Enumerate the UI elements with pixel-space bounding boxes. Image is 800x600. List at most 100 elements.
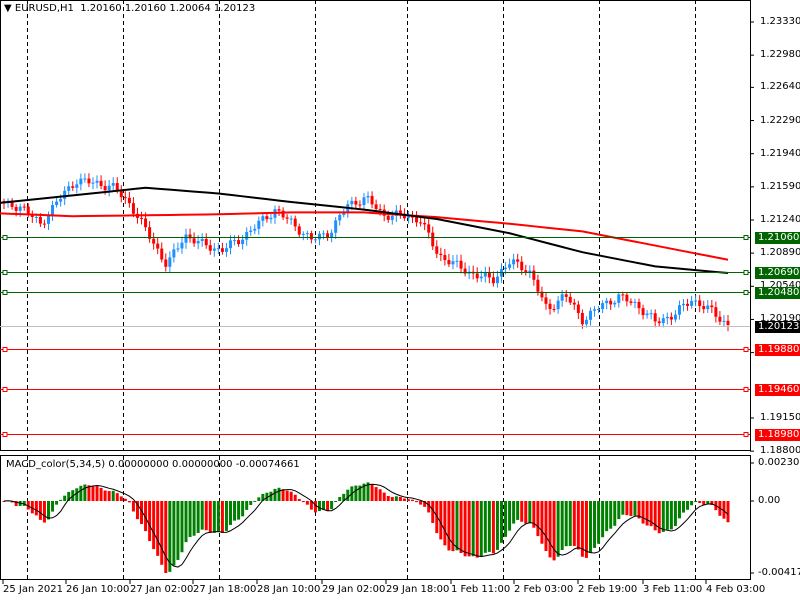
candle-body bbox=[180, 242, 184, 249]
macd-histogram-bar bbox=[200, 501, 204, 530]
macd-histogram-bar bbox=[548, 501, 552, 558]
macd-histogram-bar bbox=[281, 489, 285, 501]
macd-histogram-bar bbox=[540, 501, 544, 544]
candle-body bbox=[698, 300, 702, 307]
candle-body bbox=[714, 307, 718, 317]
candle-body bbox=[71, 186, 75, 188]
candle-body bbox=[415, 216, 419, 223]
time-axis-label: 27 Jan 02:00 bbox=[130, 584, 194, 595]
macd-histogram-bar bbox=[317, 501, 321, 512]
macd-histogram-bar bbox=[593, 501, 597, 548]
candle-body bbox=[123, 197, 127, 199]
macd-histogram-bar bbox=[204, 501, 208, 531]
macd-histogram-bar bbox=[34, 501, 38, 516]
candle-body bbox=[55, 201, 59, 205]
candle-body bbox=[491, 277, 495, 284]
candle-body bbox=[682, 303, 686, 306]
candle-body bbox=[673, 314, 677, 320]
macd-histogram-bar bbox=[305, 501, 309, 505]
price-level-tag: 1.21060 bbox=[755, 231, 800, 244]
macd-histogram-bar bbox=[419, 501, 423, 505]
level-handle bbox=[743, 347, 749, 352]
time-axis-label: 2 Feb 03:00 bbox=[514, 584, 574, 595]
collapse-arrow-icon[interactable]: ▼ bbox=[4, 3, 12, 14]
candle-body bbox=[220, 248, 224, 252]
candle-body bbox=[597, 309, 601, 311]
macd-histogram-bar bbox=[394, 496, 398, 501]
candle-body bbox=[297, 226, 301, 235]
candle-body bbox=[657, 321, 661, 324]
candle-body bbox=[406, 216, 410, 219]
macd-histogram-bar bbox=[216, 501, 220, 533]
chart-canvas[interactable] bbox=[0, 0, 800, 600]
moving-average-red bbox=[0, 211, 729, 261]
candle-body bbox=[334, 220, 338, 233]
candle-body bbox=[487, 272, 491, 278]
macd-histogram-bar bbox=[220, 501, 224, 533]
macd-histogram-bar bbox=[584, 501, 588, 558]
candle-body bbox=[241, 239, 245, 245]
price-level-tag: 1.19460 bbox=[755, 383, 800, 396]
candle-body bbox=[544, 297, 548, 304]
price-tick-label: 1.21240 bbox=[760, 213, 800, 225]
candle-body bbox=[560, 294, 564, 301]
macd-histogram-bar bbox=[103, 490, 107, 501]
candle-body bbox=[423, 222, 427, 225]
macd-histogram-bar bbox=[520, 501, 524, 522]
candle-body bbox=[46, 215, 50, 224]
candle-body bbox=[152, 238, 156, 244]
candle-body bbox=[285, 217, 289, 219]
candle-body bbox=[455, 260, 459, 262]
candle-body bbox=[593, 309, 597, 311]
macd-histogram-bar bbox=[447, 501, 451, 551]
macd-histogram-bar bbox=[605, 501, 609, 532]
candle-body bbox=[617, 294, 621, 303]
macd-histogram-bar bbox=[390, 497, 394, 501]
macd-histogram-bar bbox=[483, 501, 487, 553]
candle-body bbox=[289, 218, 293, 220]
candle-body bbox=[633, 301, 637, 303]
low-value: 1.20064 bbox=[169, 3, 211, 14]
candle-body bbox=[184, 234, 188, 243]
candle-body bbox=[504, 267, 508, 270]
candle-body bbox=[629, 301, 633, 303]
macd-histogram-bar bbox=[625, 501, 629, 516]
candle-body bbox=[22, 206, 26, 208]
candle-body bbox=[164, 259, 168, 267]
macd-histogram-bar bbox=[669, 501, 673, 530]
candle-body bbox=[625, 294, 629, 302]
candle-body bbox=[176, 248, 180, 250]
macd-histogram-bar bbox=[471, 501, 475, 557]
macd-histogram-bar bbox=[682, 501, 686, 513]
macd-histogram-bar bbox=[75, 488, 79, 501]
macd-histogram-bar bbox=[374, 487, 378, 501]
candle-body bbox=[690, 300, 694, 306]
macd-histogram-bar bbox=[641, 501, 645, 524]
candle-body bbox=[479, 276, 483, 279]
macd-histogram-bar bbox=[568, 501, 572, 546]
macd-histogram-bar bbox=[107, 491, 111, 501]
time-axis-label: 3 Feb 11:00 bbox=[643, 584, 703, 595]
candle-body bbox=[605, 300, 609, 304]
candle-body bbox=[362, 197, 366, 206]
candle-body bbox=[257, 220, 261, 229]
macd-histogram-bar bbox=[131, 501, 135, 512]
macd-histogram-bar bbox=[354, 485, 358, 501]
candle-body bbox=[386, 215, 390, 220]
macd-histogram-bar bbox=[184, 501, 188, 543]
macd-histogram-bar bbox=[556, 501, 560, 557]
candle-body bbox=[313, 239, 317, 241]
macd-histogram-bar bbox=[378, 489, 382, 501]
macd-histogram-bar bbox=[459, 501, 463, 553]
candle-body bbox=[131, 203, 135, 214]
macd-histogram-bar bbox=[499, 501, 503, 543]
macd-histogram-bar bbox=[528, 501, 532, 524]
candle-body bbox=[127, 197, 131, 204]
macd-histogram-bar bbox=[677, 501, 681, 519]
candle-body bbox=[208, 245, 212, 251]
level-handle bbox=[2, 235, 8, 240]
candle-body bbox=[439, 253, 443, 256]
macd-name: MACD_color(5,34,5) bbox=[6, 459, 106, 470]
candle-body bbox=[216, 248, 220, 250]
macd-histogram-bar bbox=[673, 501, 677, 526]
